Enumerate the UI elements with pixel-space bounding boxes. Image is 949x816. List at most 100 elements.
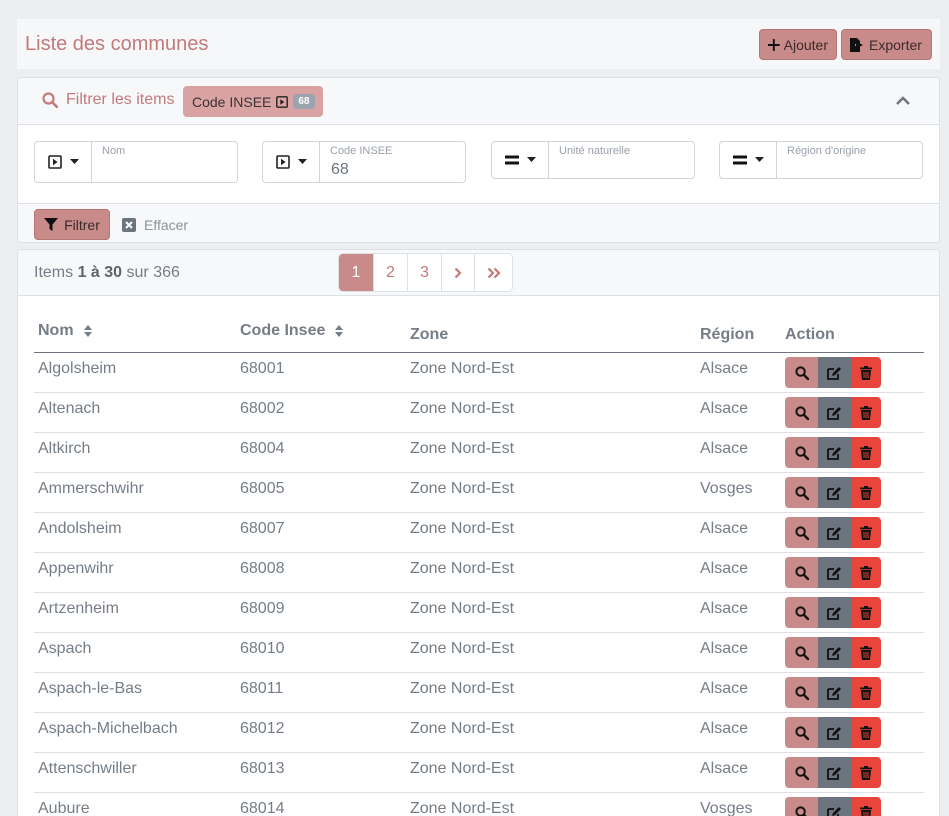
cell-zone: Zone Nord-Est [410, 480, 515, 497]
view-button[interactable] [785, 557, 818, 588]
trash-icon [860, 725, 872, 740]
view-button[interactable] [785, 717, 818, 748]
delete-button[interactable] [851, 717, 881, 748]
filter-button[interactable]: Filtrer [34, 209, 110, 240]
edit-button[interactable] [818, 557, 851, 588]
delete-button[interactable] [851, 757, 881, 788]
operator-dropdown[interactable] [720, 142, 777, 178]
next-page-button[interactable] [442, 254, 475, 291]
cell-zone: Zone Nord-Est [410, 720, 515, 737]
view-button[interactable] [785, 757, 818, 788]
cell-nom: Algolsheim [38, 360, 117, 377]
cell-zone: Zone Nord-Est [410, 600, 515, 617]
double-chevron-right-icon [487, 267, 501, 278]
view-button[interactable] [785, 797, 818, 816]
file-export-icon [850, 37, 863, 52]
operator-dropdown[interactable] [35, 142, 92, 182]
search-icon [794, 565, 809, 580]
edit-button[interactable] [818, 397, 851, 428]
unite-naturelle-input[interactable]: Unité naturelle [549, 142, 694, 178]
search-icon [794, 405, 809, 420]
funnel-icon [44, 217, 59, 231]
trash-icon [860, 405, 872, 420]
search-icon [794, 525, 809, 540]
view-button[interactable] [785, 397, 818, 428]
operator-dropdown[interactable] [263, 142, 320, 182]
column-code-label: Code Insee [240, 322, 326, 339]
column-zone: Zone [410, 326, 449, 343]
page-1[interactable]: 1 [339, 254, 374, 291]
column-action: Action [785, 326, 835, 343]
view-button[interactable] [785, 637, 818, 668]
nom-input[interactable]: Nom [92, 142, 237, 182]
view-button[interactable] [785, 357, 818, 388]
chevron-up-icon[interactable] [894, 92, 912, 110]
column-nom[interactable]: Nom [38, 322, 92, 340]
nom-input-label: Nom [102, 145, 126, 157]
page-2[interactable]: 2 [374, 254, 408, 291]
add-button[interactable]: Ajouter [759, 29, 837, 60]
cell-nom: Ammerschwihr [38, 480, 144, 497]
table-row: Ammerschwihr 68005 Zone Nord-Est Vosges [34, 473, 924, 513]
edit-button[interactable] [818, 677, 851, 708]
edit-button[interactable] [818, 437, 851, 468]
delete-button[interactable] [851, 357, 881, 388]
close-square-icon [122, 217, 136, 232]
cell-code: 68014 [240, 800, 285, 816]
delete-button[interactable] [851, 597, 881, 628]
search-icon [42, 92, 58, 108]
delete-button[interactable] [851, 437, 881, 468]
page-3[interactable]: 3 [408, 254, 442, 291]
column-code-insee[interactable]: Code Insee [240, 322, 344, 340]
search-icon [794, 685, 809, 700]
code-insee-input-value: 68 [331, 161, 349, 178]
region-origine-input[interactable]: Région d'origine [777, 142, 922, 178]
table-body: Algolsheim 68001 Zone Nord-Est Alsace Altena… [34, 353, 924, 816]
clear-button[interactable]: Effacer [122, 209, 188, 240]
row-actions [785, 517, 881, 548]
view-button[interactable] [785, 597, 818, 628]
cell-nom: Appenwihr [38, 560, 114, 577]
edit-icon [827, 446, 841, 460]
view-button[interactable] [785, 517, 818, 548]
add-button-label: Ajouter [783, 36, 828, 53]
active-filter-chip[interactable]: Code INSEE 68 [183, 86, 323, 117]
delete-button[interactable] [851, 397, 881, 428]
cell-nom: Altkirch [38, 440, 91, 457]
delete-button[interactable] [851, 677, 881, 708]
delete-button[interactable] [851, 477, 881, 508]
chevron-right-icon [454, 267, 462, 278]
cell-code: 68011 [240, 680, 284, 697]
cell-zone: Zone Nord-Est [410, 680, 515, 697]
edit-button[interactable] [818, 757, 851, 788]
edit-button[interactable] [818, 637, 851, 668]
plus-icon [768, 38, 780, 51]
operator-dropdown[interactable] [492, 142, 549, 178]
filter-field-unite-naturelle: Unité naturelle [491, 141, 695, 179]
edit-button[interactable] [818, 357, 851, 388]
view-button[interactable] [785, 677, 818, 708]
edit-button[interactable] [818, 477, 851, 508]
code-insee-input[interactable]: Code INSEE 68 [320, 142, 465, 182]
edit-button[interactable] [818, 517, 851, 548]
row-actions [785, 477, 881, 508]
export-button[interactable]: Exporter [841, 29, 932, 60]
delete-button[interactable] [851, 557, 881, 588]
cell-code: 68010 [240, 640, 285, 657]
column-region: Région [700, 326, 755, 343]
delete-button[interactable] [851, 797, 881, 816]
edit-button[interactable] [818, 797, 851, 816]
edit-button[interactable] [818, 597, 851, 628]
row-actions [785, 597, 881, 628]
view-button[interactable] [785, 437, 818, 468]
unite-naturelle-input-label: Unité naturelle [559, 145, 630, 157]
delete-button[interactable] [851, 637, 881, 668]
cell-code: 68001 [240, 360, 285, 377]
trash-icon [860, 685, 872, 700]
edit-button[interactable] [818, 717, 851, 748]
cell-zone: Zone Nord-Est [410, 640, 515, 657]
last-page-button[interactable] [475, 254, 512, 291]
delete-button[interactable] [851, 517, 881, 548]
filter-header[interactable]: Filtrer les items Code INSEE 68 [18, 78, 939, 125]
view-button[interactable] [785, 477, 818, 508]
